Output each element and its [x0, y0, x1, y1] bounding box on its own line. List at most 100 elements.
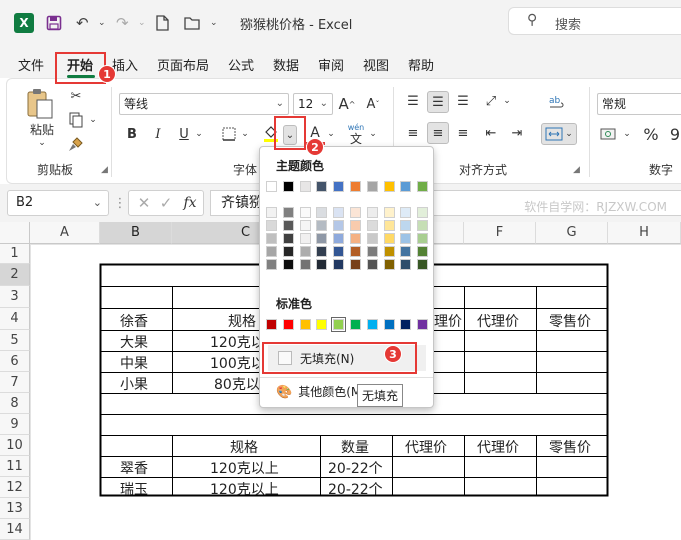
color-swatch[interactable]	[417, 319, 429, 330]
color-swatch[interactable]	[350, 207, 361, 218]
color-swatch[interactable]	[417, 181, 429, 192]
color-swatch[interactable]	[316, 246, 328, 257]
color-swatch[interactable]	[299, 181, 311, 192]
color-swatch[interactable]	[366, 207, 378, 218]
color-swatch[interactable]	[400, 259, 412, 270]
cell-b5[interactable]: 大果	[120, 332, 148, 352]
color-swatch[interactable]	[266, 319, 277, 330]
cell-g4[interactable]: 零售价	[549, 311, 591, 331]
color-swatch[interactable]	[350, 220, 361, 231]
color-swatch[interactable]	[366, 220, 378, 231]
color-swatch[interactable]	[333, 259, 345, 270]
color-swatch[interactable]	[333, 233, 345, 244]
color-swatch[interactable]	[266, 181, 277, 192]
color-swatch[interactable]	[316, 181, 328, 192]
color-swatch[interactable]	[417, 246, 429, 257]
color-swatch[interactable]	[383, 259, 395, 270]
color-swatch[interactable]	[400, 246, 412, 257]
color-swatch[interactable]	[316, 233, 328, 244]
color-swatch[interactable]	[366, 319, 378, 330]
color-swatch[interactable]	[383, 233, 395, 244]
cell-b12[interactable]: 瑞玉	[120, 479, 148, 499]
color-swatch[interactable]	[350, 319, 361, 330]
color-swatch[interactable]	[299, 259, 311, 270]
color-swatch[interactable]	[282, 220, 294, 231]
color-swatch[interactable]	[299, 207, 311, 218]
color-swatch[interactable]	[383, 207, 395, 218]
color-swatch[interactable]	[299, 319, 311, 330]
color-swatch[interactable]	[333, 181, 345, 192]
color-swatch[interactable]	[266, 246, 277, 257]
cell-c12[interactable]: 120克以上	[210, 479, 279, 499]
menu-divider	[260, 377, 433, 378]
color-swatch[interactable]	[266, 207, 277, 218]
color-swatch[interactable]	[266, 220, 277, 231]
cell-b7[interactable]: 小果	[120, 374, 148, 394]
callout-badge: 1	[98, 65, 116, 83]
color-swatch[interactable]	[299, 246, 311, 257]
color-swatch[interactable]	[366, 259, 378, 270]
color-swatch[interactable]	[350, 259, 361, 270]
color-swatch[interactable]	[333, 246, 345, 257]
cell-b4[interactable]: 徐香	[120, 311, 148, 331]
cell-c7[interactable]: 80克以	[214, 374, 262, 394]
color-swatch[interactable]	[316, 207, 328, 218]
cell-c6[interactable]: 100克以	[210, 353, 262, 373]
color-swatch[interactable]	[266, 233, 277, 244]
palette-icon: 🎨	[276, 385, 293, 400]
color-swatch[interactable]	[383, 181, 395, 192]
color-swatch[interactable]	[383, 319, 395, 330]
color-swatch[interactable]	[282, 181, 294, 192]
color-swatch[interactable]	[333, 207, 345, 218]
color-swatch[interactable]	[417, 220, 429, 231]
color-swatch[interactable]	[299, 233, 311, 244]
color-swatch[interactable]	[282, 246, 294, 257]
color-swatch[interactable]	[316, 319, 328, 330]
color-swatch[interactable]	[282, 207, 294, 218]
color-swatch[interactable]	[350, 246, 361, 257]
color-swatch[interactable]	[417, 207, 429, 218]
color-swatch[interactable]	[417, 233, 429, 244]
color-swatch[interactable]	[266, 259, 277, 270]
color-swatch[interactable]	[316, 220, 328, 231]
cell-d10[interactable]: 数量	[341, 437, 369, 457]
color-swatch[interactable]	[350, 233, 361, 244]
color-swatch[interactable]	[331, 317, 347, 332]
color-swatch[interactable]	[333, 220, 345, 231]
cell-c4[interactable]: 规格	[228, 311, 262, 331]
theme-colors-heading: 主题颜色	[276, 159, 325, 173]
cell-b11[interactable]: 翠香	[120, 458, 148, 478]
color-swatch[interactable]	[299, 220, 311, 231]
cell-d12[interactable]: 20-22个	[328, 479, 383, 499]
color-swatch[interactable]	[366, 181, 378, 192]
color-swatch[interactable]	[366, 233, 378, 244]
cell-c10[interactable]: 规格	[230, 437, 258, 457]
color-swatch[interactable]	[417, 259, 429, 270]
no-fill-tooltip: 无填充	[357, 384, 404, 407]
color-swatch[interactable]	[400, 181, 412, 192]
color-swatch[interactable]	[282, 233, 294, 244]
color-swatch[interactable]	[366, 246, 378, 257]
cell-f4[interactable]: 代理价	[477, 311, 519, 331]
callout-badge: 3	[384, 345, 402, 363]
callout-badge: 2	[306, 138, 324, 156]
color-swatch[interactable]	[350, 181, 361, 192]
cell-b6[interactable]: 中果	[120, 353, 148, 373]
color-swatch[interactable]	[400, 233, 412, 244]
standard-colors-heading: 标准色	[276, 297, 313, 311]
color-swatch[interactable]	[282, 259, 294, 270]
cell-f10[interactable]: 代理价	[477, 437, 519, 457]
cell-c11[interactable]: 120克以上	[210, 458, 279, 478]
cell-c5[interactable]: 120克以	[210, 332, 262, 352]
color-swatch[interactable]	[316, 259, 328, 270]
color-swatch[interactable]	[383, 246, 395, 257]
cell-d11[interactable]: 20-22个	[328, 458, 383, 478]
color-swatch[interactable]	[400, 319, 412, 330]
cell-e4[interactable]: 理价	[434, 311, 462, 331]
color-swatch[interactable]	[400, 207, 412, 218]
color-swatch[interactable]	[383, 220, 395, 231]
cell-e10[interactable]: 代理价	[405, 437, 447, 457]
color-swatch[interactable]	[282, 319, 294, 330]
cell-g10[interactable]: 零售价	[549, 437, 591, 457]
color-swatch[interactable]	[400, 220, 412, 231]
